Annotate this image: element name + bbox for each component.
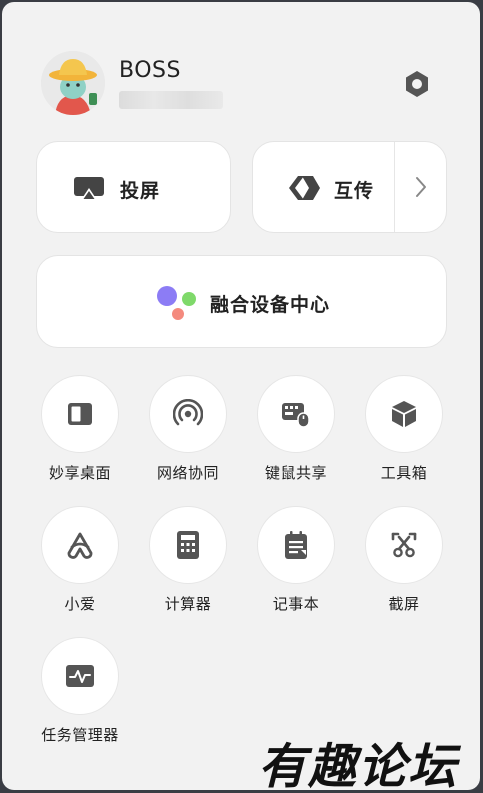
desktop-split-icon — [68, 403, 92, 425]
avatar[interactable] — [41, 51, 105, 115]
scissors-icon — [391, 532, 417, 558]
avatar-illustration — [41, 51, 105, 115]
device-hub-dots-icon — [156, 284, 200, 326]
tool-label: 键鼠共享 — [264, 464, 327, 482]
tool-xiaoai[interactable]: 小爱 — [25, 506, 135, 626]
notepad-icon — [285, 531, 307, 559]
gear-hexagon-icon — [406, 71, 428, 97]
tool-keyboard-mouse-share[interactable]: 键鼠共享 — [241, 375, 351, 495]
transfer-card[interactable]: 互传 — [252, 141, 447, 233]
tool-task-manager[interactable]: 任务管理器 — [25, 637, 135, 757]
tool-label: 任务管理器 — [41, 726, 119, 744]
tool-toolbox[interactable]: 工具箱 — [349, 375, 459, 495]
tool-label: 记事本 — [272, 595, 320, 613]
tool-label: 小爱 — [64, 595, 96, 613]
control-center-panel: BOSS 投屏 互传 融合设备中心 妙享桌面 网络协同 键鼠共享 工具箱 小爱 … — [2, 2, 480, 790]
tool-circle — [149, 375, 227, 453]
tool-calculator[interactable]: 计算器 — [133, 506, 243, 626]
tool-miaoxiang-desktop[interactable]: 妙享桌面 — [25, 375, 135, 495]
transfer-label: 互传 — [334, 180, 375, 202]
screen-cast-icon — [73, 176, 105, 206]
tool-label: 妙享桌面 — [48, 464, 111, 482]
username: BOSS — [119, 58, 181, 83]
calculator-icon — [177, 531, 199, 559]
tool-circle — [149, 506, 227, 584]
tool-notepad[interactable]: 记事本 — [241, 506, 351, 626]
tool-circle — [365, 375, 443, 453]
forum-watermark: 有趣论坛 — [257, 739, 458, 790]
cube-icon — [392, 401, 416, 427]
transfer-icon — [287, 174, 321, 206]
tool-label: 网络协同 — [156, 464, 219, 482]
account-id-blurred — [119, 91, 223, 109]
tool-circle — [257, 375, 335, 453]
device-hub-card[interactable]: 融合设备中心 — [36, 255, 447, 348]
transfer-more-button[interactable] — [395, 142, 447, 232]
tool-network-collab[interactable]: 网络协同 — [133, 375, 243, 495]
tool-circle — [41, 637, 119, 715]
activity-monitor-icon — [66, 665, 94, 687]
xiaoai-icon — [67, 532, 93, 559]
screen-project-card[interactable]: 投屏 — [36, 141, 231, 233]
tool-circle — [365, 506, 443, 584]
keyboard-mouse-icon — [282, 403, 310, 428]
settings-button[interactable] — [400, 67, 434, 101]
network-signal-icon — [173, 399, 203, 426]
tool-circle — [257, 506, 335, 584]
chevron-right-icon — [416, 177, 426, 197]
device-hub-label: 融合设备中心 — [210, 294, 331, 316]
tool-screenshot[interactable]: 截屏 — [349, 506, 459, 626]
tool-label: 计算器 — [164, 595, 212, 613]
tool-circle — [41, 506, 119, 584]
tool-label: 截屏 — [388, 595, 420, 613]
screen-project-label: 投屏 — [120, 180, 161, 202]
tool-label: 工具箱 — [380, 464, 428, 482]
tool-circle — [41, 375, 119, 453]
